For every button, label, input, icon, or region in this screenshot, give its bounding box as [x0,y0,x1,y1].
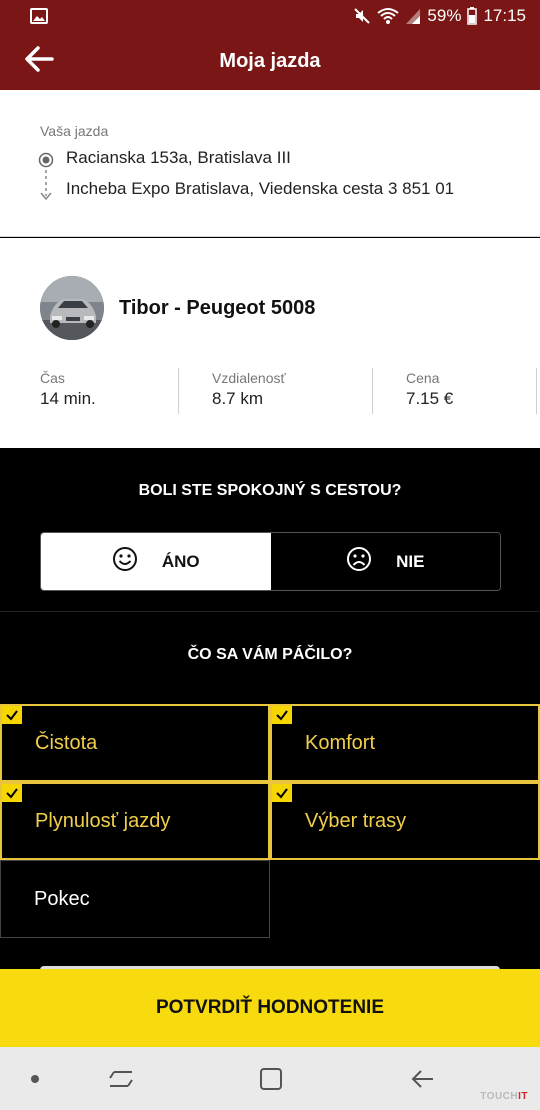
stat-price: Cena 7.15 € [406,370,453,409]
option-label: Pokec [34,887,90,910]
option-komfort[interactable]: Komfort [270,704,540,782]
check-icon [2,784,22,802]
stat-label: Cena [406,370,440,386]
option-label: Výber trasy [305,809,407,832]
option-vyber-trasy[interactable]: Výber trasy [270,782,540,860]
frown-icon [346,546,372,577]
stat-distance: Vzdialenosť 8.7 km [212,370,286,409]
recent-apps-icon[interactable] [104,1065,138,1093]
route-origin: Racianska 153a, Bratislava III [40,148,291,168]
check-icon [2,706,22,724]
page-title: Moja jazda [219,49,321,72]
option-label: Plynulosť jazdy [35,809,171,832]
stat-label: Vzdialenosť [212,370,286,386]
back-button[interactable] [22,45,56,77]
origin-address: Racianska 153a, Bratislava III [66,148,291,167]
stat-time: Čas 14 min. [40,370,96,409]
battery-percent: 59% [427,6,462,25]
back-icon[interactable] [404,1065,440,1093]
driver-avatar [40,276,104,340]
watermark-logo: TOUCHIT [480,1091,528,1102]
mute-icon [353,7,371,25]
divider [536,368,537,414]
driver-name: Tibor - Peugeot 5008 [119,297,316,319]
home-icon[interactable] [255,1063,287,1095]
satisfaction-toggle: ÁNO NIE [40,532,501,591]
app-bar: Moja jazda [0,32,540,90]
divider [372,368,373,414]
option-cistota[interactable]: Čistota [0,704,270,782]
no-label: NIE [396,551,425,571]
nav-dot-icon[interactable] [28,1072,42,1086]
liked-question: ČO SA VÁM PÁČILO? [187,646,353,663]
divider [0,611,540,612]
divider [178,368,179,414]
satisfaction-question: BOLI STE SPOKOJNÝ S CESTOU? [138,482,402,499]
smile-icon [112,546,138,577]
image-icon [30,8,48,24]
route-destination: Incheba Expo Bratislava, Viedenska cesta… [40,179,454,199]
watermark-part: TOUCH [480,1091,519,1102]
signal-icon [405,7,421,25]
stat-value: 7.15 € [406,389,454,408]
watermark-part: IT [518,1091,528,1102]
wifi-icon [377,7,400,25]
ride-card: Vaša jazda Racianska 153a, Bratislava II… [0,90,540,237]
battery-icon [467,7,478,25]
stat-value: 14 min. [40,389,96,408]
option-label: Čistota [35,731,98,754]
driver-card: Tibor - Peugeot 5008 Čas 14 min. Vzdiale… [0,238,540,448]
yes-option[interactable]: ÁNO [41,533,271,590]
system-nav-bar: TOUCHIT [0,1047,540,1110]
stat-label: Čas [40,370,65,386]
confirm-rating-button[interactable]: POTVRDIŤ HODNOTENIE [0,969,540,1047]
option-pokec[interactable]: Pokec [0,860,270,938]
option-label: Komfort [305,731,376,754]
stat-value: 8.7 km [212,389,264,408]
check-icon [272,784,292,802]
clock: 17:15 [483,6,526,25]
yes-label: ÁNO [161,551,200,571]
no-option[interactable]: NIE [270,533,500,590]
back-arrow-icon [24,45,54,77]
status-bar: 59% 17:15 [0,0,540,32]
option-plynulost-jazdy[interactable]: Plynulosť jazdy [0,782,270,860]
destination-address: Incheba Expo Bratislava, Viedenska cesta… [66,179,455,198]
check-icon [272,706,292,724]
ride-label: Vaša jazda [40,123,109,139]
